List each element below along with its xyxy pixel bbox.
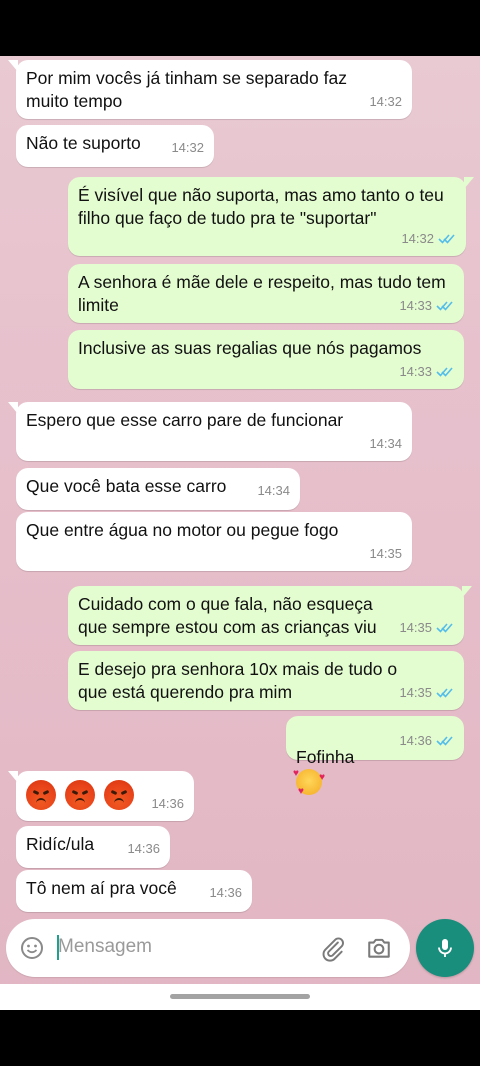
message-time: 14:32 xyxy=(171,140,204,155)
message-incoming[interactable]: Que você bata esse carro 14:34 xyxy=(16,468,300,510)
message-meta: 14:36 xyxy=(399,729,454,752)
read-ticks-icon xyxy=(436,301,453,311)
message-text: A senhora é mãe dele e respeito, mas tud… xyxy=(78,272,446,315)
message-time: 14:36 xyxy=(399,733,432,748)
message-time: 14:32 xyxy=(401,231,434,246)
message-time: 14:36 xyxy=(151,796,184,811)
message-time: 14:33 xyxy=(399,364,432,379)
home-gesture-handle[interactable] xyxy=(170,994,310,999)
message-text: Tô nem aí pra você xyxy=(26,878,177,898)
message-time: 14:36 xyxy=(127,841,160,856)
message-text: Por mim vocês já tinham se separado faz … xyxy=(26,68,347,111)
message-meta: 14:34 xyxy=(369,432,402,455)
message-text: Inclusive as suas regalias que nós pagam… xyxy=(78,338,422,358)
status-bar xyxy=(0,0,480,56)
message-meta: 14:32 xyxy=(369,90,402,113)
message-incoming[interactable]: Espero que esse carro pare de funcionar … xyxy=(8,402,412,461)
attach-icon[interactable] xyxy=(320,936,346,962)
message-input[interactable]: Mensagem xyxy=(58,936,152,958)
message-meta: 14:35 xyxy=(369,542,402,565)
message-time: 14:34 xyxy=(257,483,290,498)
message-meta: 14:34 xyxy=(257,479,290,502)
message-text: Que entre água no motor ou pegue fogo xyxy=(26,520,339,540)
mic-button[interactable] xyxy=(416,919,474,977)
bubble-tail xyxy=(464,177,474,189)
message-text: Que você bata esse carro xyxy=(26,476,227,496)
message-time: 14:35 xyxy=(399,685,432,700)
message-incoming[interactable]: Não te suporto 14:32 xyxy=(16,125,214,167)
message-outgoing[interactable]: Inclusive as suas regalias que nós pagam… xyxy=(68,330,464,389)
message-text: Espero que esse carro pare de funcionar xyxy=(26,410,344,430)
read-ticks-icon xyxy=(436,688,453,698)
bubble-tail xyxy=(8,402,18,414)
read-ticks-icon xyxy=(436,367,453,377)
mic-icon xyxy=(438,939,452,957)
message-text: É visível que não suporta, mas amo tanto… xyxy=(78,185,444,228)
message-time: 14:35 xyxy=(369,546,402,561)
navigation-bar xyxy=(0,984,480,1010)
message-incoming[interactable]: Ridíc/ula 14:36 xyxy=(16,826,170,868)
message-time: 14:34 xyxy=(369,436,402,451)
message-meta: 14:33 xyxy=(399,360,454,383)
bottom-bezel xyxy=(0,1010,480,1066)
bubble-tail xyxy=(462,586,472,598)
bubble-tail xyxy=(8,771,18,783)
smiling-face-with-hearts-icon: ♥ ♥ ♥ xyxy=(293,768,325,797)
message-text: Cuidado com o que fala, não esqueça que … xyxy=(78,594,377,637)
message-outgoing[interactable]: É visível que não suporta, mas amo tanto… xyxy=(68,177,474,256)
message-meta: 14:35 xyxy=(399,681,454,704)
message-outgoing[interactable]: A senhora é mãe dele e respeito, mas tud… xyxy=(68,264,464,323)
message-meta: 14:33 xyxy=(399,294,454,317)
emoji-icon[interactable] xyxy=(20,936,44,960)
pouting-face-icon xyxy=(103,780,134,810)
message-meta: 14:36 xyxy=(209,881,242,904)
message-text: E desejo pra senhora 10x mais de tudo o … xyxy=(78,659,398,702)
read-ticks-icon xyxy=(436,623,453,633)
bubble-tail xyxy=(8,60,18,72)
message-outgoing[interactable]: E desejo pra senhora 10x mais de tudo o … xyxy=(68,651,464,710)
message-meta: 14:32 xyxy=(171,136,204,159)
message-composer[interactable]: Mensagem xyxy=(6,919,410,977)
message-meta: 14:35 xyxy=(399,616,454,639)
message-time: 14:32 xyxy=(369,94,402,109)
message-incoming[interactable]: Tô nem aí pra você 14:36 xyxy=(16,870,252,912)
chat-area[interactable]: Por mim vocês já tinham se separado faz … xyxy=(0,56,480,1010)
pouting-face-icon xyxy=(26,780,56,810)
read-ticks-icon xyxy=(438,234,455,244)
message-incoming[interactable]: Que entre água no motor ou pegue fogo 14… xyxy=(16,512,412,571)
message-meta: 14:36 xyxy=(127,837,160,860)
message-time: 14:35 xyxy=(399,620,432,635)
message-meta: 14:32 xyxy=(401,227,456,250)
message-time: 14:36 xyxy=(209,885,242,900)
message-meta: 14:36 xyxy=(151,792,184,815)
message-outgoing[interactable]: Fofinha ♥ ♥ ♥ 14:36 xyxy=(286,716,464,797)
message-incoming[interactable]: Por mim vocês já tinham se separado faz … xyxy=(8,60,412,119)
camera-icon[interactable] xyxy=(366,935,392,961)
pouting-face-icon xyxy=(64,780,95,810)
read-ticks-icon xyxy=(436,736,453,746)
message-outgoing[interactable]: Cuidado com o que fala, não esqueça que … xyxy=(68,586,472,645)
message-incoming[interactable]: 14:36 xyxy=(8,771,194,821)
message-time: 14:33 xyxy=(399,298,432,313)
message-text-label: Fofinha xyxy=(296,747,355,767)
